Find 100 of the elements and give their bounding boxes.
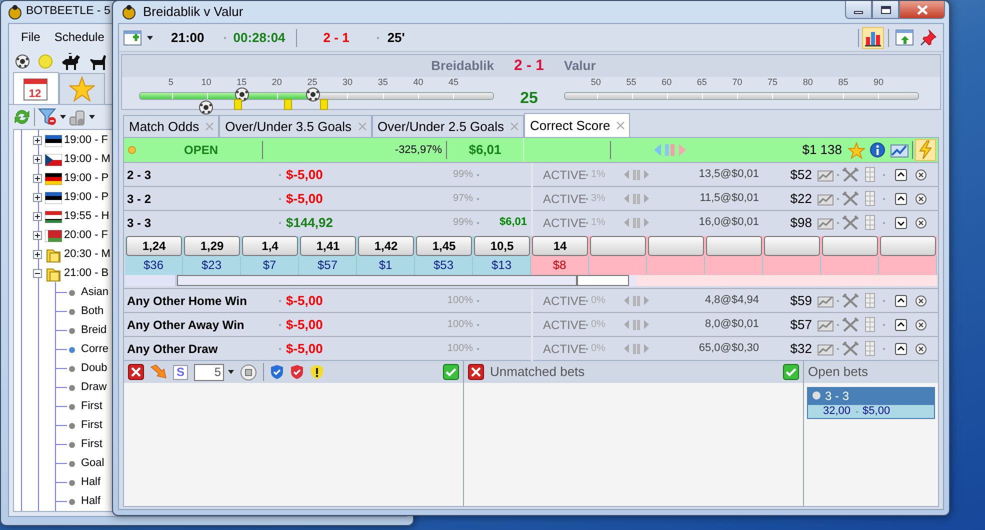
confirm-icon[interactable] [443, 364, 459, 380]
price-button[interactable] [590, 236, 646, 256]
tools-icon[interactable] [842, 190, 859, 206]
line-chart-icon[interactable] [817, 216, 834, 230]
remove-icon[interactable] [915, 192, 927, 204]
price-button[interactable]: 1,24 [126, 236, 182, 256]
price-button[interactable]: 1,41 [300, 236, 356, 256]
chart-button[interactable] [862, 26, 884, 48]
expander-icon[interactable] [33, 193, 42, 202]
collapse-icon[interactable] [895, 216, 907, 228]
filter-button[interactable] [38, 108, 66, 126]
tree-item[interactable]: Both [81, 303, 104, 320]
arrow-icon[interactable] [150, 364, 167, 380]
maximize-button[interactable] [872, 1, 899, 19]
cancel-icon[interactable] [468, 364, 484, 380]
expand-icon[interactable] [895, 342, 907, 354]
market-tab[interactable]: Match Odds [123, 115, 220, 137]
expand-icon[interactable] [895, 318, 907, 330]
lightning-button[interactable] [915, 139, 936, 161]
warning-shield-icon[interactable] [310, 364, 324, 380]
tree-item[interactable]: Doub [81, 360, 108, 377]
close-button[interactable] [899, 1, 945, 19]
shield-icon[interactable] [290, 364, 304, 380]
close-icon[interactable] [616, 121, 626, 130]
price-button[interactable]: 1,45 [416, 236, 472, 256]
tree-item[interactable]: First [81, 398, 102, 415]
ladder-icon[interactable] [865, 317, 875, 332]
menu-item[interactable]: Schedule [54, 28, 104, 46]
minimize-button[interactable] [845, 1, 872, 19]
shield-icon[interactable] [270, 364, 284, 380]
price-button[interactable]: 10,5 [474, 236, 530, 256]
open-bet-item[interactable]: 3 - 3 [807, 387, 935, 404]
stake-field[interactable]: 5 [194, 364, 224, 380]
tool-button[interactable]: S [173, 364, 188, 380]
line-chart-icon[interactable] [817, 168, 834, 182]
expand-icon[interactable] [895, 192, 907, 204]
tree-item[interactable]: First [81, 417, 102, 434]
expand-icon[interactable] [895, 168, 907, 180]
pin-icon[interactable] [920, 29, 937, 46]
price-button[interactable]: 1,42 [358, 236, 414, 256]
tree-item[interactable]: 20:00 - F [64, 227, 108, 244]
line-chart-icon[interactable] [817, 342, 834, 356]
expander-icon[interactable] [33, 136, 42, 145]
price-button[interactable] [880, 236, 936, 256]
line-chart-icon[interactable] [817, 294, 834, 308]
price-button[interactable] [706, 236, 762, 256]
tree-item[interactable]: 19:00 - P [64, 189, 109, 206]
tree-item[interactable]: First [81, 436, 102, 453]
remove-icon[interactable] [915, 342, 927, 354]
remove-icon[interactable] [915, 168, 927, 180]
line-chart-icon[interactable] [817, 192, 834, 206]
tree-item[interactable]: 20:30 - M [64, 246, 110, 263]
line-chart-icon[interactable] [890, 142, 909, 158]
tree-item[interactable]: 19:00 - P [64, 170, 109, 187]
tree-item[interactable]: 19:00 - F [64, 132, 108, 149]
line-chart-icon[interactable] [817, 318, 834, 332]
menu-item[interactable]: File [21, 28, 40, 46]
refresh-icon[interactable] [13, 108, 31, 126]
expander-icon[interactable] [33, 174, 42, 183]
price-button[interactable]: 14 [532, 236, 588, 256]
tools-icon[interactable] [842, 292, 859, 308]
market-tab[interactable]: Over/Under 2.5 Goals [372, 115, 524, 137]
price-button[interactable] [764, 236, 820, 256]
cancel-icon[interactable] [128, 364, 144, 380]
price-button[interactable]: 1,4 [242, 236, 298, 256]
market-tab[interactable]: Correct Score [524, 113, 630, 137]
tree-item[interactable]: Breid [81, 322, 107, 339]
ladder-icon[interactable] [865, 215, 875, 230]
window-upload-icon[interactable] [895, 29, 914, 46]
expander-icon[interactable] [33, 155, 42, 164]
coins-button[interactable] [69, 108, 95, 126]
horse-rider-icon[interactable] [61, 52, 81, 70]
expander-icon[interactable] [33, 231, 42, 240]
expander-icon[interactable] [33, 269, 42, 278]
ladder-icon[interactable] [865, 293, 875, 308]
dog-icon[interactable] [89, 52, 107, 70]
remove-icon[interactable] [915, 294, 927, 306]
tree-item[interactable]: 19:00 - M [64, 151, 110, 168]
ladder-icon[interactable] [865, 341, 875, 356]
soccer-ball-icon[interactable] [15, 54, 30, 69]
tree-item[interactable]: Asian [81, 284, 109, 301]
stop-icon[interactable] [240, 364, 257, 380]
scroll-bar[interactable] [125, 275, 937, 286]
market-tab[interactable]: Over/Under 3.5 Goals [219, 115, 372, 137]
price-button[interactable]: 1,29 [184, 236, 240, 256]
tree-item[interactable]: Goal [81, 455, 104, 472]
info-icon[interactable] [869, 142, 886, 158]
ladder-icon[interactable] [865, 191, 875, 206]
tree-item[interactable]: Half [81, 493, 101, 510]
tools-icon[interactable] [842, 340, 859, 356]
price-button[interactable] [648, 236, 704, 256]
ladder-icon[interactable] [865, 167, 875, 182]
tree-item[interactable]: Corre [81, 341, 109, 358]
price-button[interactable] [822, 236, 878, 256]
tree-item[interactable]: Half [81, 474, 101, 491]
tools-icon[interactable] [842, 166, 859, 182]
tools-icon[interactable] [842, 316, 859, 332]
expander-icon[interactable] [33, 212, 42, 221]
tree-item[interactable]: Draw [81, 379, 107, 396]
tools-icon[interactable] [842, 214, 859, 230]
